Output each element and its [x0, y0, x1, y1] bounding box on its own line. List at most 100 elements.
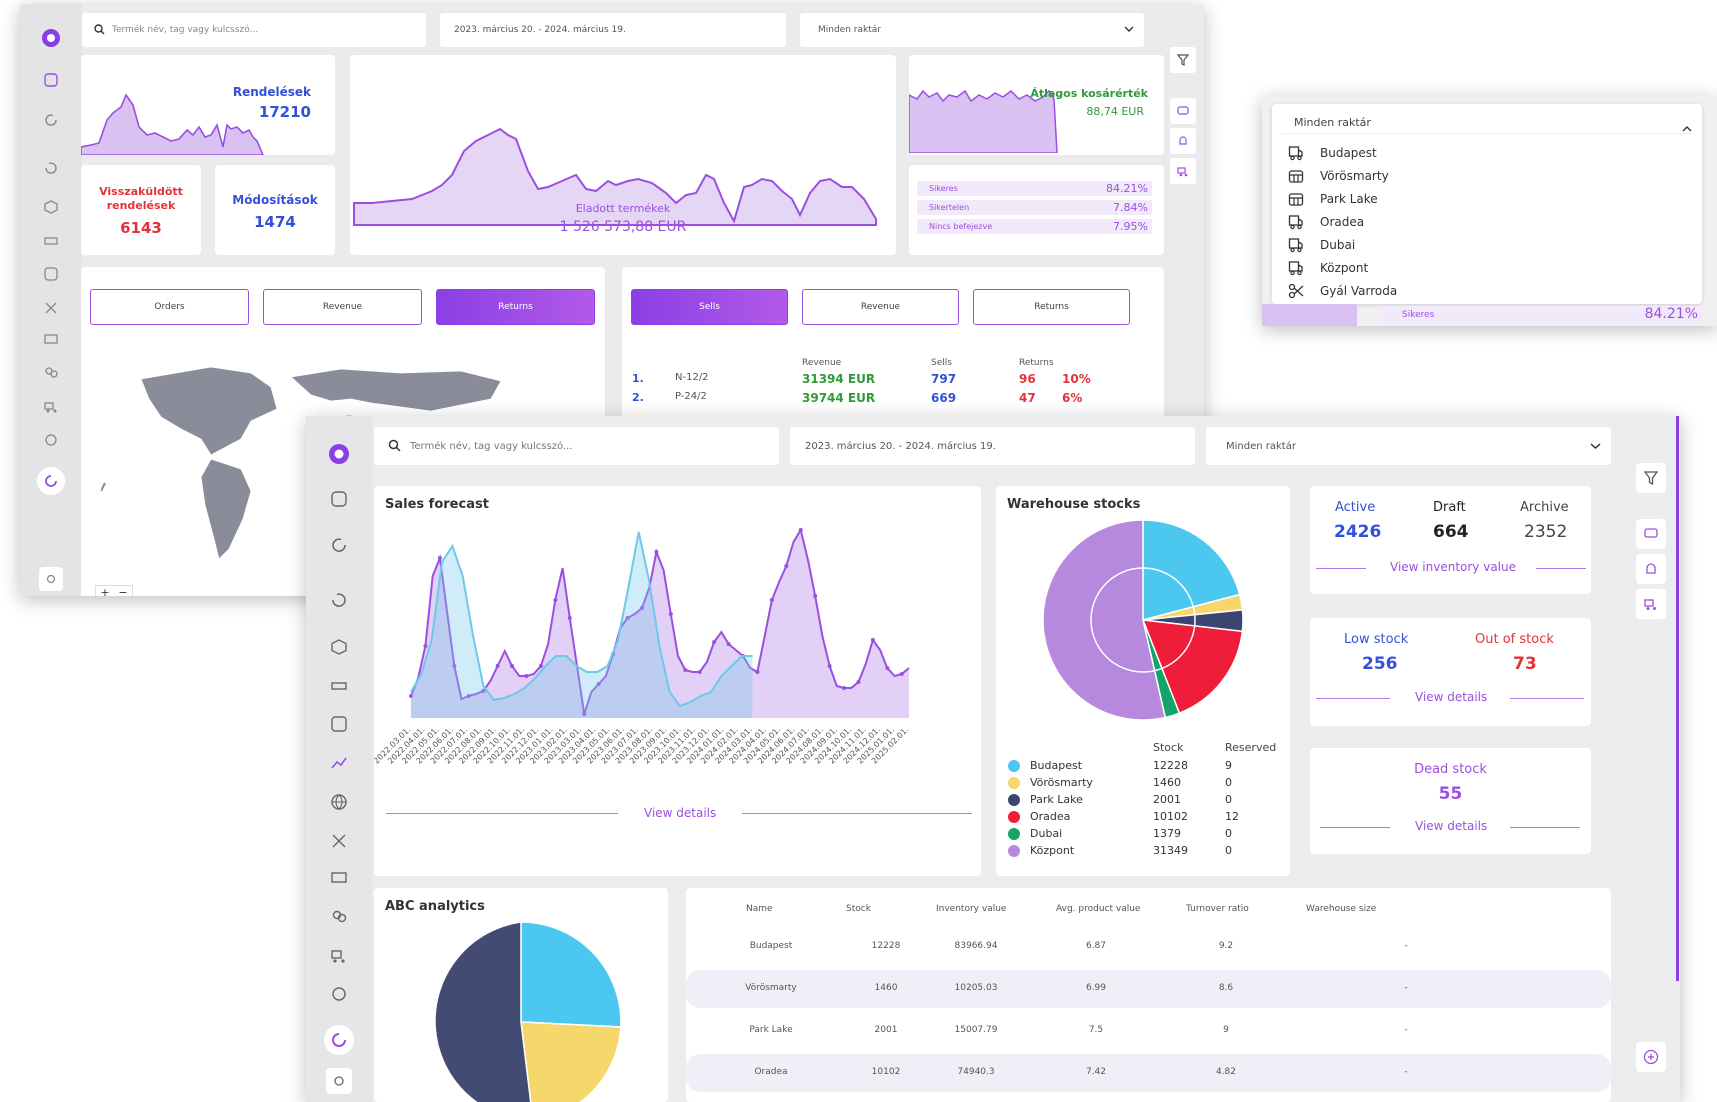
dropdown-option[interactable]: Dubai: [1288, 234, 1688, 256]
table-row[interactable]: Budapest 12228 83966.94 6.87 9.2 -: [686, 928, 1611, 966]
forecast-point: [870, 638, 875, 642]
ruler-icon[interactable]: [329, 676, 349, 696]
legend-name: Park Lake: [1030, 793, 1083, 806]
warehouse-select[interactable]: Minden raktár: [1206, 427, 1611, 465]
logo-icon[interactable]: [327, 442, 351, 466]
dropdown-option[interactable]: Park Lake: [1288, 188, 1688, 210]
forecast-point: [423, 644, 428, 648]
users-icon[interactable]: [41, 363, 61, 383]
chat-icon[interactable]: [1636, 519, 1666, 549]
tab-returns-right[interactable]: Returns: [973, 289, 1130, 325]
settings-icon[interactable]: [39, 567, 63, 591]
dashboard-icon[interactable]: [41, 70, 61, 90]
chart-icon[interactable]: [41, 264, 61, 284]
settings-icon[interactable]: [326, 1068, 352, 1094]
dropdown-option[interactable]: Vörösmarty: [1288, 165, 1688, 187]
table-header-cell[interactable]: Name: [746, 904, 846, 914]
gear-icon[interactable]: [41, 430, 61, 450]
map-zoom-controls: + −: [95, 585, 133, 596]
dashboard-icon[interactable]: [329, 489, 349, 509]
legend-reserved: 9: [1225, 759, 1232, 772]
dropdown-option[interactable]: Központ: [1288, 257, 1688, 279]
bell-icon[interactable]: [1170, 128, 1196, 154]
dead-stock-view-details[interactable]: View details: [1415, 819, 1487, 833]
tab-returns[interactable]: Returns: [436, 289, 595, 325]
out-of-stock-value: 73: [1513, 654, 1537, 674]
table-row[interactable]: Oradea 10102 74940.3 7.42 4.82 -: [686, 1054, 1611, 1092]
logo-icon[interactable]: [39, 26, 63, 50]
table-header-cell[interactable]: Warehouse size: [1306, 904, 1406, 914]
tab-revenue[interactable]: Revenue: [263, 289, 422, 325]
store-icon: [1288, 191, 1304, 207]
warehouse-select-value: Minden raktár: [818, 25, 881, 35]
refresh-alt-icon[interactable]: [329, 590, 349, 610]
refresh-icon[interactable]: [41, 110, 61, 130]
rank-header-revenue: Revenue: [802, 358, 842, 368]
search-input[interactable]: Termék név, tag vagy kulcsszó...: [374, 427, 779, 465]
screen-icon[interactable]: [329, 869, 349, 889]
dropdown-option[interactable]: Gyál Varroda: [1288, 280, 1688, 302]
users-icon[interactable]: [329, 907, 349, 927]
back-search-input[interactable]: Termék név, tag vagy kulcsszó...: [82, 13, 426, 47]
table-header-cell[interactable]: Turnover ratio: [1186, 904, 1286, 914]
dropdown-option-label: Budapest: [1320, 146, 1377, 160]
dropdown-search-input[interactable]: Minden raktár: [1282, 112, 1692, 134]
truck-icon[interactable]: [1636, 589, 1666, 619]
warehouse-dropdown-window: Minden raktár Budapest Vörösmarty Park Lak…: [1262, 96, 1717, 326]
scissors-icon[interactable]: [41, 298, 61, 318]
loader-icon[interactable]: [324, 1025, 354, 1055]
scroll-indicator[interactable]: [1676, 416, 1679, 981]
add-icon[interactable]: [1636, 1042, 1666, 1072]
chevron-up-icon[interactable]: [1682, 118, 1692, 137]
truck-icon[interactable]: [41, 397, 61, 417]
tab-sells[interactable]: Sells: [631, 289, 788, 325]
draft-value: 664: [1433, 522, 1469, 542]
truck-icon[interactable]: [1170, 158, 1196, 184]
box-icon[interactable]: [41, 197, 61, 217]
chart-icon[interactable]: [329, 714, 349, 734]
view-inventory-value-link[interactable]: View inventory value: [1390, 560, 1516, 574]
legend-name: Vörösmarty: [1030, 776, 1093, 789]
gear-icon[interactable]: [329, 984, 349, 1004]
bell-icon[interactable]: [1636, 554, 1666, 584]
divider-line: [386, 813, 618, 814]
table-cell: 7.5: [1088, 1025, 1104, 1035]
loader-icon[interactable]: [37, 467, 65, 495]
zoom-in-button[interactable]: +: [96, 586, 114, 596]
date-range-picker[interactable]: 2023. március 20. - 2024. március 19.: [790, 427, 1195, 465]
ruler-icon[interactable]: [41, 231, 61, 251]
tab-orders[interactable]: Orders: [90, 289, 249, 325]
table-header-cell[interactable]: Stock: [846, 904, 946, 914]
back-warehouse-select[interactable]: Minden raktár: [800, 13, 1144, 47]
filter-icon[interactable]: [1636, 463, 1666, 493]
scissors-icon[interactable]: [329, 831, 349, 851]
tab-revenue-right[interactable]: Revenue: [802, 289, 959, 325]
forecast-point: [567, 616, 572, 620]
dropdown-option[interactable]: Budapest: [1288, 142, 1688, 164]
table-header-cell[interactable]: Avg. product value: [1056, 904, 1156, 914]
table-row[interactable]: Park Lake 2001 15007.79 7.5 9 -: [686, 1012, 1611, 1050]
refresh-alt-icon[interactable]: [41, 158, 61, 178]
zoom-out-button[interactable]: −: [114, 586, 132, 596]
basket-value: 88,74 EUR: [1086, 105, 1144, 118]
legend-swatch: [1008, 811, 1020, 823]
refresh-icon[interactable]: [329, 535, 349, 555]
table-header-cell[interactable]: Inventory value: [936, 904, 1036, 914]
back-date-range[interactable]: 2023. március 20. - 2024. március 19.: [440, 13, 786, 47]
dropdown-option[interactable]: Oradea: [1288, 211, 1688, 233]
screen-icon[interactable]: [41, 330, 61, 350]
table-row[interactable]: Vörösmarty 1460 10205.03 6.99 8.6 -: [686, 970, 1611, 1008]
legend-row: Park Lake 2001 0: [1008, 792, 1278, 808]
globe-icon[interactable]: [329, 792, 349, 812]
line-chart-icon[interactable]: [329, 753, 349, 773]
box-icon[interactable]: [329, 637, 349, 657]
rank-sells: 669: [931, 391, 957, 405]
legend-swatch: [1008, 794, 1020, 806]
dropdown-option-label: Gyál Varroda: [1320, 284, 1398, 298]
stock-status-view-details[interactable]: View details: [1415, 690, 1487, 704]
forecast-point: [827, 664, 832, 668]
filter-icon[interactable]: [1170, 47, 1196, 73]
truck-icon[interactable]: [329, 946, 349, 966]
chat-icon[interactable]: [1170, 98, 1196, 124]
sales-forecast-view-details[interactable]: View details: [644, 806, 716, 820]
